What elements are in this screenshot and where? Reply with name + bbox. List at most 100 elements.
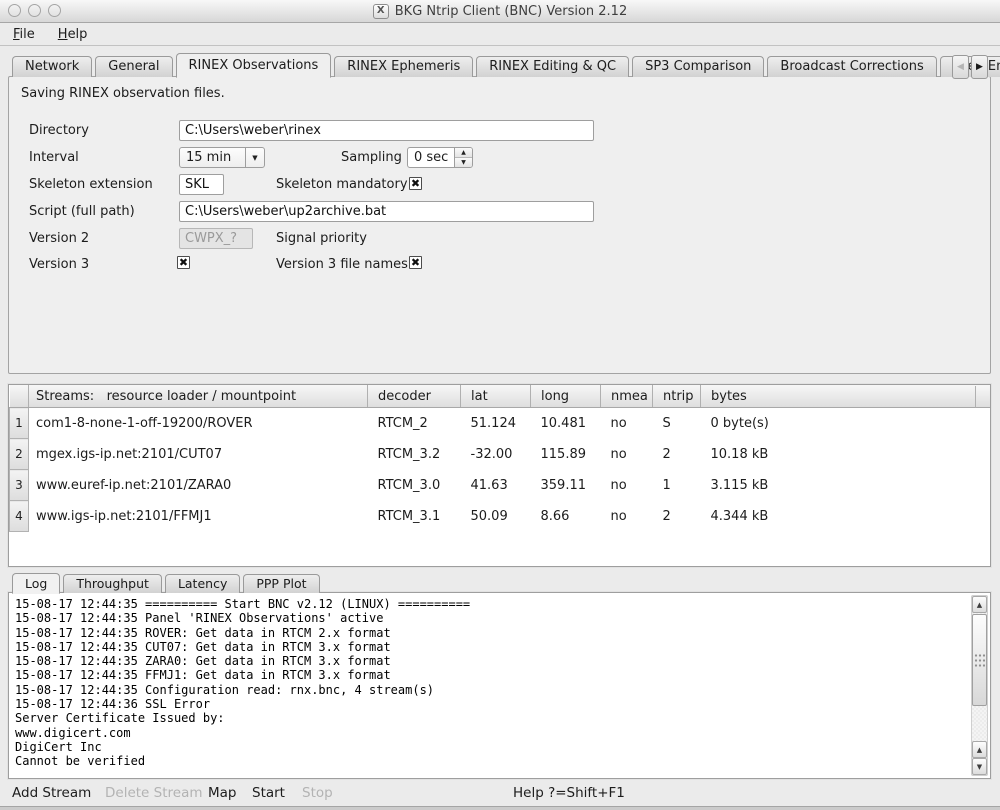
cell-ntrip[interactable]: 2 xyxy=(653,439,701,470)
cell-lat[interactable]: -32.00 xyxy=(461,439,531,470)
spin-up-icon[interactable]: ▲ xyxy=(455,148,472,158)
tab-rinex-editing-qc[interactable]: RINEX Editing & QC xyxy=(476,56,629,77)
menu-file[interactable]: File xyxy=(10,26,38,43)
col-header-long[interactable]: long xyxy=(531,385,601,408)
row-header[interactable]: 2 xyxy=(10,439,29,470)
scroll-down-button[interactable]: ▼ xyxy=(972,758,987,775)
app-window: X BKG Ntrip Client (BNC) Version 2.12 Fi… xyxy=(0,0,1000,810)
tab-ppp-plot[interactable]: PPP Plot xyxy=(243,574,319,593)
cell-nmea[interactable]: no xyxy=(601,408,653,439)
row-header[interactable]: 1 xyxy=(10,408,29,439)
menu-bar: File Help xyxy=(0,23,1000,46)
checkbox-check-icon: ✖ xyxy=(411,257,420,268)
cell-mountpoint[interactable]: www.igs-ip.net:2101/FFMJ1 xyxy=(29,501,368,532)
cell-decoder[interactable]: RTCM_3.1 xyxy=(368,501,461,532)
cell-long[interactable]: 10.481 xyxy=(531,408,601,439)
version3-filenames-label: Version 3 file names xyxy=(276,257,408,272)
scroll-up-button[interactable]: ▲ xyxy=(972,596,987,613)
skeleton-mandatory-checkbox[interactable]: ✖ xyxy=(409,177,422,190)
cell-long[interactable]: 8.66 xyxy=(531,501,601,532)
cell-mountpoint[interactable]: www.euref-ip.net:2101/ZARA0 xyxy=(29,470,368,501)
menu-help[interactable]: Help xyxy=(55,26,91,43)
version3-filenames-checkbox[interactable]: ✖ xyxy=(409,256,422,269)
col-header-lat[interactable]: lat xyxy=(461,385,531,408)
cell-decoder[interactable]: RTCM_2 xyxy=(368,408,461,439)
interval-label: Interval xyxy=(29,150,79,165)
add-stream-button[interactable]: Add Stream xyxy=(12,785,91,801)
cell-bytes[interactable]: 3.115 kB xyxy=(701,470,991,501)
tab-scroll-left-button[interactable]: ◀ xyxy=(952,55,969,79)
tab-scroll-buttons: ◀ ▶ xyxy=(952,55,988,79)
cell-bytes[interactable]: 4.344 kB xyxy=(701,501,991,532)
tab-sp3-comparison[interactable]: SP3 Comparison xyxy=(632,56,764,77)
sampling-label: Sampling xyxy=(341,150,402,165)
cell-ntrip[interactable]: S xyxy=(653,408,701,439)
table-row[interactable]: 2 mgex.igs-ip.net:2101/CUT07 RTCM_3.2 -3… xyxy=(10,439,991,470)
cell-nmea[interactable]: no xyxy=(601,439,653,470)
panel-heading: Saving RINEX observation files. xyxy=(21,86,225,101)
directory-input[interactable] xyxy=(179,120,594,141)
cell-decoder[interactable]: RTCM_3.0 xyxy=(368,470,461,501)
table-row[interactable]: 4 www.igs-ip.net:2101/FFMJ1 RTCM_3.1 50.… xyxy=(10,501,991,532)
col-header-bytes[interactable]: bytes xyxy=(701,385,991,408)
cell-decoder[interactable]: RTCM_3.2 xyxy=(368,439,461,470)
table-row[interactable]: 1 com1-8-none-1-off-19200/ROVER RTCM_2 5… xyxy=(10,408,991,439)
table-header-row: Streams: resource loader / mountpoint de… xyxy=(10,385,991,408)
map-button[interactable]: Map xyxy=(208,785,237,801)
log-panel: 15-08-17 12:44:35 ========== Start BNC v… xyxy=(8,592,991,779)
main-tab-bar: Network General RINEX Observations RINEX… xyxy=(12,52,1000,77)
cell-ntrip[interactable]: 1 xyxy=(653,470,701,501)
col-header-decoder[interactable]: decoder xyxy=(368,385,461,408)
cell-ntrip[interactable]: 2 xyxy=(653,501,701,532)
tab-rinex-ephemeris[interactable]: RINEX Ephemeris xyxy=(334,56,473,77)
col-header-ntrip[interactable]: ntrip xyxy=(653,385,701,408)
script-label: Script (full path) xyxy=(29,204,135,219)
checkbox-check-icon: ✖ xyxy=(411,178,420,189)
interval-value: 15 min xyxy=(180,150,245,165)
version3-checkbox[interactable]: ✖ xyxy=(177,256,190,269)
help-shortcut-button[interactable]: Help ?=Shift+F1 xyxy=(513,785,625,801)
col-header-streams[interactable]: Streams: resource loader / mountpoint xyxy=(29,385,368,408)
tab-broadcast-corrections[interactable]: Broadcast Corrections xyxy=(767,56,936,77)
tab-latency[interactable]: Latency xyxy=(165,574,240,593)
tab-general[interactable]: General xyxy=(95,56,172,77)
log-output[interactable]: 15-08-17 12:44:35 ========== Start BNC v… xyxy=(15,597,964,776)
cell-long[interactable]: 359.11 xyxy=(531,470,601,501)
tab-network[interactable]: Network xyxy=(12,56,92,77)
row-header[interactable]: 3 xyxy=(10,470,29,501)
col-header-nmea[interactable]: nmea xyxy=(601,385,653,408)
version2-input xyxy=(179,228,253,249)
cell-long[interactable]: 115.89 xyxy=(531,439,601,470)
cell-bytes[interactable]: 0 byte(s) xyxy=(701,408,991,439)
tab-throughput[interactable]: Throughput xyxy=(63,574,162,593)
arrow-up-icon: ▲ xyxy=(977,746,982,754)
log-scrollbar[interactable]: ▲ ▲ ▼ xyxy=(971,595,988,776)
cell-mountpoint[interactable]: mgex.igs-ip.net:2101/CUT07 xyxy=(29,439,368,470)
tab-scroll-right-button[interactable]: ▶ xyxy=(971,55,988,79)
tab-rinex-observations[interactable]: RINEX Observations xyxy=(176,53,332,78)
x11-app-icon: X xyxy=(373,4,389,19)
script-input[interactable] xyxy=(179,201,594,222)
interval-dropdown[interactable]: 15 min ▼ xyxy=(179,147,265,168)
checkbox-check-icon: ✖ xyxy=(179,257,188,268)
spin-down-icon[interactable]: ▼ xyxy=(455,158,472,167)
streams-table-frame: Streams: resource loader / mountpoint de… xyxy=(8,384,991,567)
start-button[interactable]: Start xyxy=(252,785,285,801)
bottom-toolbar: Add Stream Delete Stream Map Start Stop … xyxy=(0,780,1000,807)
skeleton-extension-input[interactable] xyxy=(179,174,224,195)
cell-nmea[interactable]: no xyxy=(601,470,653,501)
table-row[interactable]: 3 www.euref-ip.net:2101/ZARA0 RTCM_3.0 4… xyxy=(10,470,991,501)
cell-lat[interactable]: 50.09 xyxy=(461,501,531,532)
cell-lat[interactable]: 51.124 xyxy=(461,408,531,439)
cell-bytes[interactable]: 10.18 kB xyxy=(701,439,991,470)
cell-nmea[interactable]: no xyxy=(601,501,653,532)
table-corner-cell[interactable] xyxy=(10,385,29,408)
cell-mountpoint[interactable]: com1-8-none-1-off-19200/ROVER xyxy=(29,408,368,439)
cell-lat[interactable]: 41.63 xyxy=(461,470,531,501)
scrollbar-thumb[interactable] xyxy=(972,614,987,706)
sampling-spinner[interactable]: 0 sec ▲ ▼ xyxy=(407,147,473,168)
directory-label: Directory xyxy=(29,123,89,138)
row-header[interactable]: 4 xyxy=(10,501,29,532)
scroll-up-button-bottom[interactable]: ▲ xyxy=(972,741,987,758)
tab-log[interactable]: Log xyxy=(12,573,60,594)
